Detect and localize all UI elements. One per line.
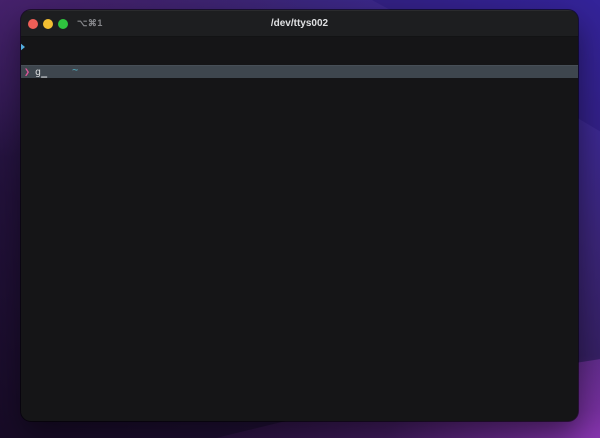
text-cursor: _	[41, 66, 48, 78]
prompt-line[interactable]: ❯ g _	[21, 65, 578, 78]
window-title: /dev/ttys002	[270, 18, 329, 29]
terminal-line-directory: ~	[21, 53, 578, 76]
window-shortcut-label: ⌥⌘1	[77, 18, 103, 28]
traffic-lights	[21, 18, 68, 29]
prompt-chevron: ❯	[24, 66, 31, 78]
minimize-button[interactable]	[43, 18, 53, 29]
terminal-content[interactable]: ~ ❯ g _	[21, 37, 578, 420]
shell-mark-icon	[21, 43, 25, 51]
desktop-wallpaper: ⌥⌘1 /dev/ttys002 ~ ❯ g _	[0, 0, 600, 438]
terminal-window: ⌥⌘1 /dev/ttys002 ~ ❯ g _	[21, 10, 578, 421]
zoom-button[interactable]	[58, 18, 68, 29]
current-directory: ~	[72, 65, 79, 76]
terminal-line-mark	[21, 41, 578, 53]
titlebar[interactable]: ⌥⌘1 /dev/ttys002	[21, 10, 578, 37]
close-button[interactable]	[28, 18, 38, 29]
